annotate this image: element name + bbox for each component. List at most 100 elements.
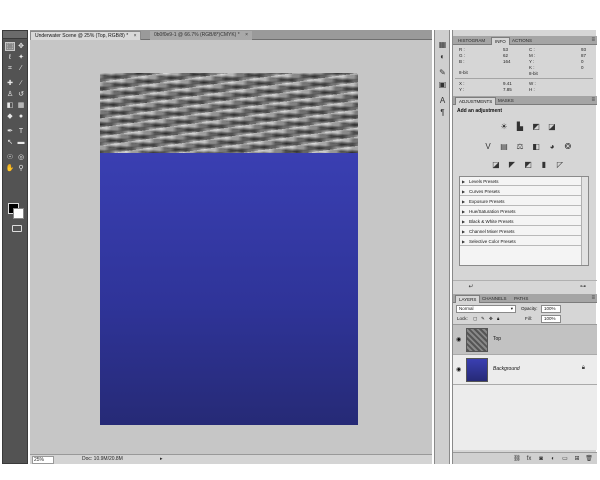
tab-info[interactable]: Info xyxy=(491,37,510,45)
panel-menu-icon[interactable]: ≡ xyxy=(591,96,595,105)
eraser-tool-icon[interactable]: ◧ xyxy=(5,101,15,110)
lock-position-icon[interactable]: ✥ xyxy=(489,315,493,323)
status-menu-arrow-icon[interactable]: ▸ xyxy=(160,455,163,464)
tab-adjustments[interactable]: Adjustments xyxy=(455,97,497,105)
levels-icon[interactable]: ▙ xyxy=(515,122,525,131)
brush-tool-icon[interactable]: ∕ xyxy=(16,79,26,88)
zoom-level-field[interactable]: 25% xyxy=(32,456,54,464)
eye-icon[interactable]: ◉ xyxy=(456,366,461,373)
clone-stamp-tool-icon[interactable]: ♙ xyxy=(5,90,15,99)
paragraph-panel-icon[interactable]: ¶ xyxy=(438,108,447,117)
tab-histogram[interactable]: Histogram xyxy=(455,37,488,45)
link-layers-icon[interactable]: ⛓ xyxy=(513,455,521,463)
blur-tool-icon[interactable]: ◆ xyxy=(5,112,15,121)
layers-panel-tabs: Layers Channels Paths ≡ xyxy=(453,294,597,303)
preset-item-levels[interactable]: ▶ Levels Presets xyxy=(460,177,582,186)
history-brush-tool-icon[interactable]: ↺ xyxy=(16,90,26,99)
panel-menu-icon[interactable]: ≡ xyxy=(591,294,595,303)
document-tab-second[interactable]: 0b0f0e9-1 @ 66.7% (RGB/8*)CMYK) * × xyxy=(150,31,252,40)
marquee-tool-icon[interactable]: ⬚ xyxy=(5,42,15,51)
toolbox-grip[interactable] xyxy=(3,31,27,39)
eye-icon[interactable]: ◉ xyxy=(456,336,461,343)
type-tool-icon[interactable]: T xyxy=(16,127,26,136)
preset-item-channel-mixer[interactable]: ▶ Channel Mixer Presets xyxy=(460,227,582,236)
delete-layer-icon[interactable]: 🗑︎ xyxy=(585,455,593,463)
selective-color-icon[interactable]: ◸ xyxy=(555,160,565,169)
posterize-icon[interactable]: ◤ xyxy=(507,160,517,169)
return-to-list-icon[interactable]: ↵ xyxy=(467,283,475,291)
shape-tool-icon[interactable]: ▬ xyxy=(16,138,26,147)
layer-row-top[interactable]: ◉ Top xyxy=(453,325,597,355)
blend-mode-select[interactable]: Normal ▾ xyxy=(456,305,516,313)
background-color-swatch[interactable] xyxy=(13,208,24,219)
character-panel-icon[interactable]: A xyxy=(438,96,447,105)
healing-brush-tool-icon[interactable]: ✚ xyxy=(5,79,15,88)
invert-icon[interactable]: ◪ xyxy=(491,160,501,169)
layer-style-icon[interactable]: fx xyxy=(525,455,533,463)
panel-menu-icon[interactable]: ≡ xyxy=(591,36,595,45)
lock-image-icon[interactable]: ✎ xyxy=(481,315,485,323)
clip-to-layer-icon[interactable]: ⊶ xyxy=(579,283,587,291)
hand-tool-icon[interactable]: ✋ xyxy=(5,164,15,173)
photoshop-window: ⬚ ✥ ℓ ✦ ⌗ ⁄ ✚ ∕ ♙ ↺ ◧ ▦ ◆ ● ✒ T ↖ ▬ ☉ ◎ … xyxy=(0,0,600,480)
move-tool-icon[interactable]: ✥ xyxy=(16,42,26,51)
new-layer-icon[interactable]: ⊞ xyxy=(573,455,581,463)
curves-icon[interactable]: ◩ xyxy=(531,122,541,131)
lock-all-icon[interactable]: 🔒︎ xyxy=(497,315,499,323)
tab-layers[interactable]: Layers xyxy=(455,295,481,303)
color-balance-icon[interactable]: ⚖ xyxy=(515,142,525,151)
adjustments-footer: ↵ ⊶ xyxy=(453,280,597,290)
lock-transparent-icon[interactable]: ▢ xyxy=(473,315,477,323)
new-group-icon[interactable]: ▭ xyxy=(561,455,569,463)
preset-item-selective-color[interactable]: ▶ Selective Color Presets xyxy=(460,237,582,246)
navigator-panel-icon[interactable]: ▣ xyxy=(438,80,447,89)
channel-mixer-icon[interactable]: ❂ xyxy=(563,142,573,151)
styles-panel-icon[interactable]: ✎ xyxy=(438,68,447,77)
exposure-icon[interactable]: ◪ xyxy=(547,122,557,131)
tab-channels[interactable]: Channels xyxy=(479,295,510,303)
dodge-tool-icon[interactable]: ● xyxy=(16,112,26,121)
opacity-field[interactable]: 100% xyxy=(541,305,561,313)
color-panel-icon[interactable]: ◐ xyxy=(438,52,447,61)
document-canvas[interactable] xyxy=(100,73,358,425)
gradient-map-icon[interactable]: ▮ xyxy=(539,160,549,169)
magic-wand-tool-icon[interactable]: ✦ xyxy=(16,53,26,62)
path-selection-tool-icon[interactable]: ↖ xyxy=(5,138,15,147)
preset-item-exposure[interactable]: ▶ Exposure Presets xyxy=(460,197,582,206)
crop-tool-icon[interactable]: ⌗ xyxy=(5,64,15,73)
swatch-panel-icon[interactable]: ▦ xyxy=(438,40,447,49)
add-mask-icon[interactable]: ◙ xyxy=(537,455,545,463)
fill-field[interactable]: 100% xyxy=(541,315,561,323)
adjustments-title: Add an adjustment xyxy=(457,108,503,114)
opacity-label: Opacity: xyxy=(521,306,538,311)
pen-tool-icon[interactable]: ✒ xyxy=(5,127,15,136)
gradient-tool-icon[interactable]: ▦ xyxy=(16,101,26,110)
zoom-tool-icon[interactable]: ⚲ xyxy=(16,164,26,173)
3d-rotate-tool-icon[interactable]: ☉ xyxy=(5,153,15,162)
tab-actions[interactable]: Actions xyxy=(509,37,535,45)
brightness-contrast-icon[interactable]: ☀ xyxy=(499,122,509,131)
black-white-icon[interactable]: ◧ xyxy=(531,142,541,151)
quick-mask-button[interactable] xyxy=(12,225,22,232)
tab-masks[interactable]: Masks xyxy=(495,97,517,105)
photo-filter-icon[interactable]: ◕ xyxy=(547,142,557,151)
tab-paths[interactable]: Paths xyxy=(511,295,531,303)
preset-item-curves[interactable]: ▶ Curves Presets xyxy=(460,187,582,196)
3d-camera-tool-icon[interactable]: ◎ xyxy=(16,153,26,162)
preset-item-hue-saturation[interactable]: ▶ Hue/Saturation Presets xyxy=(460,207,582,216)
canvas-area[interactable] xyxy=(30,40,432,454)
close-icon[interactable]: × xyxy=(134,33,137,39)
lasso-tool-icon[interactable]: ℓ xyxy=(5,53,15,62)
document-tab-underwater-scene[interactable]: Underwater Scene @ 25% (Top, RGB/8) * × xyxy=(30,31,142,40)
new-adjustment-layer-icon[interactable]: ◐ xyxy=(549,455,557,463)
layer-thumbnail xyxy=(466,328,488,352)
hue-saturation-icon[interactable]: ▤ xyxy=(499,142,509,151)
preset-item-black-white[interactable]: ▶ Black & White Presets xyxy=(460,217,582,226)
close-icon[interactable]: × xyxy=(245,32,248,38)
preset-list-scrollbar[interactable] xyxy=(581,177,588,265)
document-tab-bar: Underwater Scene @ 25% (Top, RGB/8) * × … xyxy=(30,30,432,40)
layer-row-background[interactable]: ◉ Background 🔒︎ xyxy=(453,355,597,385)
eyedropper-tool-icon[interactable]: ⁄ xyxy=(16,64,26,73)
vibrance-icon[interactable]: V xyxy=(483,142,493,151)
threshold-icon[interactable]: ◩ xyxy=(523,160,533,169)
